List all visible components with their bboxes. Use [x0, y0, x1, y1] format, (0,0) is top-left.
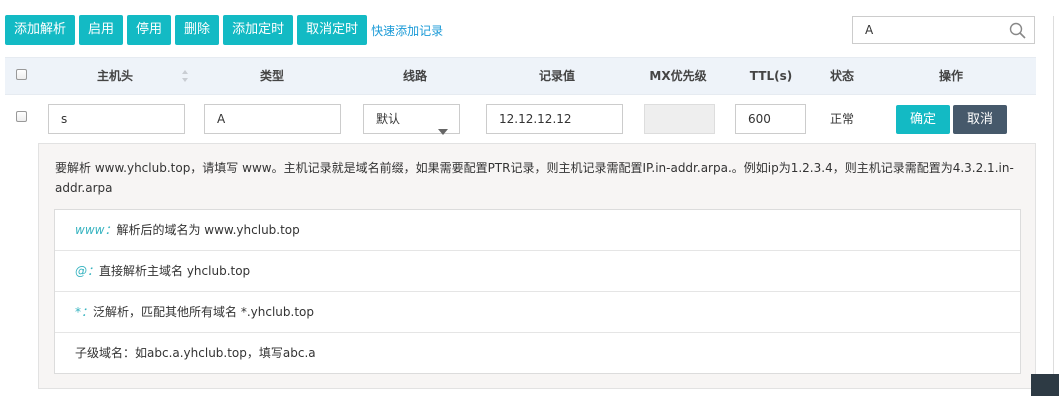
table-header: 主机头 类型 线路 记录值 MX优先级 TTL(s) 状态 操作 — [5, 57, 1036, 95]
help-text: 直接解析主域名 yhclub.top — [99, 264, 251, 278]
help-text: 子级域名：如abc.a.yhclub.top，填写abc.a — [75, 346, 316, 360]
help-text: 泛解析，匹配其他所有域名 *.yhclub.top — [93, 305, 314, 319]
search-box — [852, 16, 1035, 44]
help-panel: 要解析 www.yhclub.top，请填写 www。主机记录就是域名前缀，如果… — [38, 143, 1036, 389]
help-text: 解析后的域名为 www.yhclub.top — [116, 223, 300, 237]
help-key: www： — [75, 223, 117, 237]
help-intro-text: 要解析 www.yhclub.top，请填写 www。主机记录就是域名前缀，如果… — [55, 161, 1014, 195]
ttl-input[interactable]: 600 — [735, 104, 806, 134]
header-line: 线路 — [402, 69, 427, 83]
add-schedule-button[interactable]: 添加定时 — [223, 15, 294, 45]
search-input[interactable] — [853, 17, 1015, 43]
help-key: *： — [75, 305, 94, 319]
header-ttl: TTL(s) — [749, 69, 793, 83]
enable-button[interactable]: 启用 — [79, 15, 124, 45]
mx-input[interactable] — [644, 104, 715, 134]
cancel-schedule-button[interactable]: 取消定时 — [297, 15, 368, 45]
header-value: 记录值 — [538, 69, 575, 83]
select-all-checkbox[interactable] — [16, 69, 27, 80]
value-input[interactable]: 12.12.12.12 — [486, 104, 623, 134]
disable-button[interactable]: 停用 — [127, 15, 172, 45]
help-item-subdomain: 子级域名：如abc.a.yhclub.top，填写abc.a — [55, 333, 1020, 374]
help-examples-box: www：解析后的域名为 www.yhclub.top @：直接解析主域名 yhc… — [54, 209, 1021, 374]
status-text: 正常 — [830, 112, 855, 126]
add-record-button[interactable]: 添加解析 — [5, 15, 76, 45]
quick-add-record-link[interactable]: 快速添加记录 — [371, 22, 443, 39]
header-host: 主机头 — [96, 69, 133, 83]
type-input[interactable]: A — [204, 104, 341, 134]
header-action: 操作 — [938, 69, 963, 83]
floating-widget[interactable] — [1031, 374, 1059, 396]
help-key: @： — [75, 264, 100, 278]
line-select[interactable]: 默认 — [363, 104, 460, 135]
help-item-at: @：直接解析主域名 yhclub.top — [55, 251, 1020, 292]
sort-icon[interactable] — [181, 69, 189, 83]
line-select-value: 默认 — [376, 112, 401, 126]
header-mx: MX优先级 — [649, 69, 707, 83]
confirm-button[interactable]: 确定 — [896, 105, 950, 134]
help-item-wildcard: *：泛解析，匹配其他所有域名 *.yhclub.top — [55, 292, 1020, 333]
toolbar: 添加解析 启用 停用 删除 添加定时 取消定时 快速添加记录 — [5, 15, 443, 45]
table-row: s A 默认 12.12.12.12 600 正常 确定 取消 — [5, 95, 1036, 143]
search-icon[interactable] — [1009, 22, 1026, 42]
cancel-button[interactable]: 取消 — [953, 105, 1007, 134]
host-input[interactable]: s — [48, 104, 185, 134]
chevron-down-icon — [438, 117, 448, 145]
header-type: 类型 — [259, 69, 284, 83]
divider — [1053, 16, 1054, 376]
help-item-www: www：解析后的域名为 www.yhclub.top — [55, 210, 1020, 251]
header-status: 状态 — [829, 69, 854, 83]
delete-button[interactable]: 删除 — [175, 15, 220, 45]
row-checkbox[interactable] — [16, 111, 27, 122]
